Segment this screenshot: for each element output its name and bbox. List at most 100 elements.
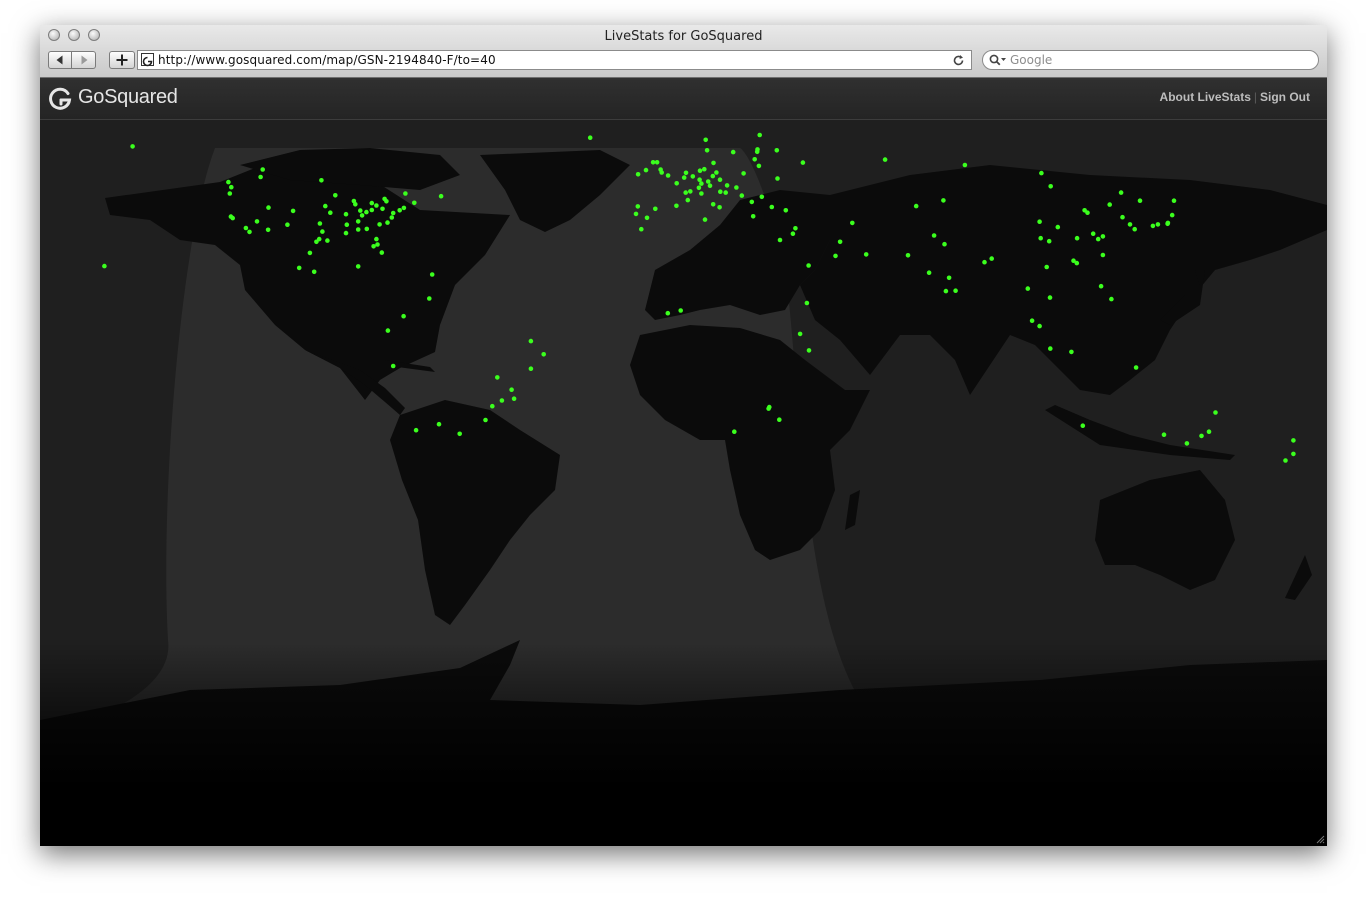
visitor-dot bbox=[1107, 202, 1112, 207]
visitor-dot bbox=[1025, 286, 1031, 291]
visitor-dot bbox=[806, 348, 812, 353]
browser-toolbar: LiveStats for GoSquared http://www.gosqu… bbox=[40, 25, 1327, 78]
forward-arrow-icon bbox=[81, 55, 87, 65]
visitor-dot bbox=[775, 176, 780, 181]
visitor-dot bbox=[229, 184, 234, 190]
back-button[interactable] bbox=[48, 51, 72, 69]
resize-grip-icon[interactable] bbox=[1315, 834, 1325, 844]
site-header: GoSquared About LiveStats | Sign Out bbox=[40, 78, 1327, 120]
visitor-dot bbox=[1100, 252, 1106, 258]
visitor-dot bbox=[659, 170, 664, 175]
url-text[interactable]: http://www.gosquared.com/map/GSN-2194840… bbox=[158, 53, 496, 67]
visitor-dot bbox=[718, 189, 723, 194]
visitor-dot bbox=[380, 206, 385, 212]
visitor-dot bbox=[942, 241, 947, 247]
visitor-dot bbox=[943, 288, 949, 294]
visitor-dot bbox=[307, 250, 313, 256]
visitor-dot bbox=[926, 270, 932, 275]
visitor-dot bbox=[750, 214, 756, 219]
add-bookmark-button[interactable] bbox=[109, 51, 135, 69]
visitor-dot bbox=[749, 199, 755, 205]
visitor-dot bbox=[752, 157, 757, 162]
visitor-dot bbox=[1199, 433, 1204, 439]
visitor-dot bbox=[384, 199, 389, 204]
nav-separator: | bbox=[1253, 90, 1257, 104]
visitor-dot bbox=[741, 171, 746, 176]
address-bar[interactable]: http://www.gosquared.com/map/GSN-2194840… bbox=[137, 50, 972, 70]
visitor-dot bbox=[1150, 223, 1156, 229]
visitor-dot bbox=[1206, 429, 1212, 435]
visitor-dot bbox=[850, 220, 855, 226]
visitor-dot bbox=[710, 173, 716, 179]
visitor-dot bbox=[438, 193, 444, 199]
gosquared-logo-icon[interactable] bbox=[48, 87, 72, 111]
visitor-dot bbox=[1165, 221, 1170, 227]
visitor-dot bbox=[265, 227, 271, 233]
visitor-dot bbox=[102, 263, 107, 269]
visitor-dot bbox=[317, 221, 323, 226]
visitor-dot bbox=[1095, 236, 1101, 242]
visitor-dot bbox=[1039, 170, 1044, 176]
visitor-dot bbox=[804, 300, 810, 306]
visitor-dot bbox=[266, 205, 271, 210]
visitor-dot bbox=[711, 160, 716, 166]
visitor-dot bbox=[1038, 235, 1043, 241]
visitor-dot bbox=[226, 179, 231, 185]
visitor-dot bbox=[730, 149, 736, 155]
visitor-dot bbox=[364, 226, 370, 232]
visitor-dot bbox=[989, 256, 994, 261]
visitor-dot bbox=[1048, 184, 1053, 189]
visitor-dot bbox=[732, 429, 737, 435]
reload-icon[interactable] bbox=[952, 54, 965, 67]
visitor-dot bbox=[790, 231, 796, 236]
search-input[interactable]: Google bbox=[982, 50, 1319, 70]
visitor-dot bbox=[457, 431, 463, 437]
visitor-dot bbox=[1080, 423, 1086, 429]
visitor-dot bbox=[397, 208, 403, 213]
visitor-dot bbox=[1085, 210, 1090, 215]
visitor-dot bbox=[358, 208, 363, 213]
visitor-dot bbox=[681, 175, 687, 180]
visitor-dot bbox=[1071, 258, 1076, 263]
visitor-dot bbox=[323, 203, 328, 209]
visitor-dot bbox=[403, 191, 408, 196]
browser-window: LiveStats for GoSquared http://www.gosqu… bbox=[40, 25, 1327, 846]
visitor-dot bbox=[1184, 441, 1190, 446]
visitor-dot bbox=[690, 174, 696, 179]
sign-out-link[interactable]: Sign Out bbox=[1260, 90, 1310, 104]
visitor-dot bbox=[683, 190, 688, 195]
visitor-dot bbox=[230, 215, 235, 221]
visitor-dot bbox=[699, 181, 704, 186]
visitor-dot bbox=[1169, 212, 1175, 218]
visitor-dot bbox=[311, 269, 317, 275]
logo-wordmark[interactable]: GoSquared bbox=[78, 86, 178, 109]
visitor-dot bbox=[639, 226, 644, 232]
visitor-dot bbox=[344, 222, 350, 227]
visitor-dot bbox=[1127, 222, 1133, 227]
visitor-dot bbox=[528, 366, 534, 371]
visitor-dot bbox=[767, 404, 772, 410]
about-livestats-link[interactable]: About LiveStats bbox=[1160, 90, 1251, 104]
forward-button[interactable] bbox=[72, 51, 96, 69]
visitor-dot bbox=[374, 203, 379, 208]
visitor-dot bbox=[371, 244, 376, 249]
visitor-dot bbox=[905, 253, 911, 258]
visitor-dot bbox=[1100, 234, 1106, 239]
visitor-dot bbox=[650, 160, 656, 165]
visitor-dot bbox=[1291, 451, 1296, 457]
visitor-dot bbox=[328, 210, 333, 215]
visitor-dot bbox=[793, 226, 798, 231]
visitor-dot bbox=[941, 198, 946, 203]
visitor-dot bbox=[1137, 198, 1143, 203]
visitor-dot bbox=[427, 296, 432, 301]
visitor-dot bbox=[633, 211, 639, 217]
visitor-dot bbox=[390, 210, 396, 216]
visitor-dot bbox=[837, 239, 843, 245]
site-favicon-icon bbox=[141, 53, 154, 67]
visitor-dot bbox=[797, 331, 803, 337]
visitor-dot bbox=[806, 263, 811, 268]
visitor-dot bbox=[490, 403, 495, 409]
visitor-dot bbox=[962, 162, 968, 168]
header-nav: About LiveStats | Sign Out bbox=[1160, 90, 1310, 104]
visitor-dot bbox=[385, 328, 391, 333]
